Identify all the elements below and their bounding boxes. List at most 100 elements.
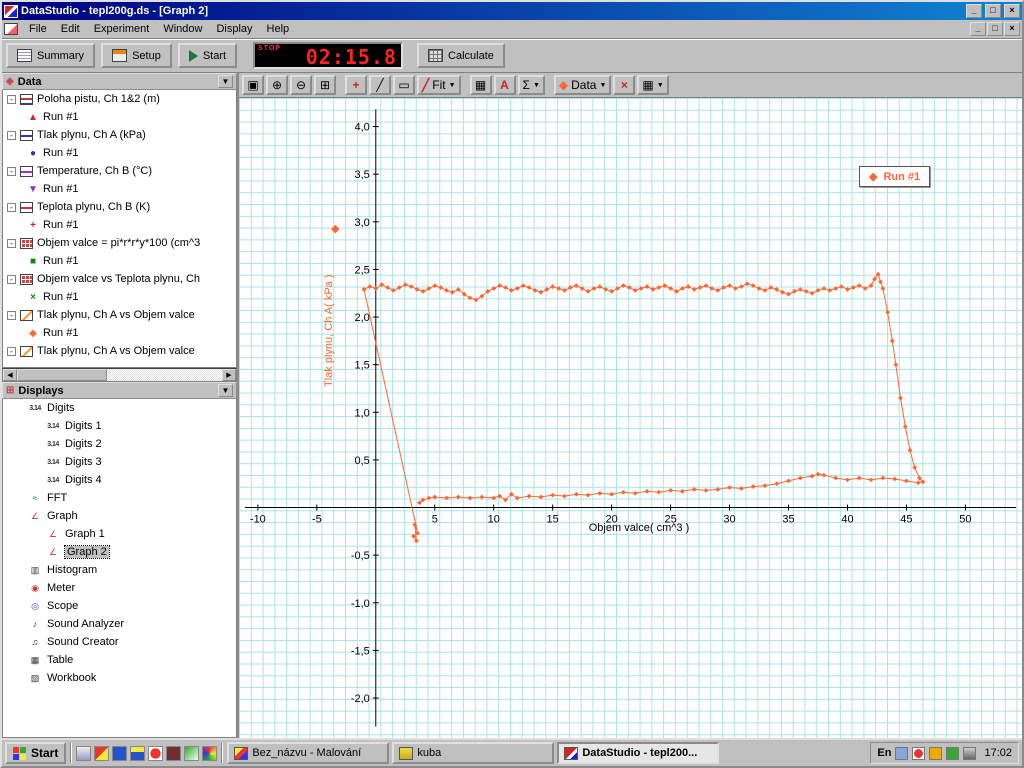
start-button[interactable]: Start [177,43,238,68]
collapse-icon[interactable]: - [7,94,16,104]
summary-button[interactable]: Summary [6,43,96,68]
calculate-tool-button[interactable]: ▦ [469,75,492,95]
display-item-digits-3[interactable]: 3.14 Digits 3 [3,453,236,471]
quick-launch-icon[interactable] [148,745,164,761]
keyboard-language-indicator[interactable]: En [877,747,891,759]
task-button-datastudio[interactable]: DataStudio - tepl200... [557,742,720,764]
scroll-left-icon[interactable]: ◀ [3,369,17,381]
scrollbar-thumb[interactable] [17,369,107,381]
setup-button[interactable]: Setup [101,43,172,68]
quick-launch-icon[interactable] [166,745,182,761]
tray-icon[interactable] [895,746,909,760]
scroll-right-icon[interactable]: ▶ [222,369,236,381]
start-menu-button[interactable]: Start [5,742,67,764]
tray-icon[interactable] [912,746,926,760]
fit-menu-button[interactable]: ╱ Fit ▼ [417,75,461,95]
zoom-select-button[interactable]: ⊞ [314,75,336,95]
scale-to-fit-button[interactable]: ▣ [242,75,264,95]
data-tree-hscrollbar[interactable]: ◀ ▶ [2,368,237,382]
collapse-icon[interactable]: - [7,310,16,320]
remove-button[interactable]: × [613,75,636,95]
y-axis-title[interactable]: Tlak plynu, Ch A( kPa ) [323,236,335,426]
menu-display[interactable]: Display [209,21,259,37]
displays-panel-header[interactable]: ⊞ Displays ▼ [2,382,237,399]
data-item[interactable]: - Poloha pistu, Ch 1&2 (m) [3,90,236,108]
run-item[interactable]: ▼ Run #1 [3,180,236,198]
display-item-graph-2[interactable]: ∠ Graph 2 [3,543,236,561]
mdi-minimize-button[interactable]: _ [970,22,986,36]
run-item[interactable]: ● Run #1 [3,144,236,162]
plot-area[interactable]: -10 -5 5 10 15 20 25 30 35 40 45 50 4,0 3,5 3,0 2,5 2,0 1… [239,97,1022,738]
calculate-button[interactable]: Calculate [417,43,505,68]
run-item[interactable]: × Run #1 [3,288,236,306]
collapse-icon[interactable]: - [7,346,16,356]
run-item[interactable]: ◆ Run #1 [3,324,236,342]
quick-launch-icon[interactable] [94,745,110,761]
menu-edit[interactable]: Edit [54,21,87,37]
collapse-icon[interactable]: - [7,274,16,284]
legend[interactable]: ◆ Run #1 [859,166,931,187]
data-item[interactable]: - Teplota plynu, Ch B (K) [3,198,236,216]
run-item[interactable]: ■ Run #1 [3,252,236,270]
display-item-table[interactable]: ▦ Table [3,651,236,669]
display-item-scope[interactable]: ◎ Scope [3,597,236,615]
collapse-icon[interactable]: - [7,166,16,176]
display-item-sound-creator[interactable]: ♫ Sound Creator [3,633,236,651]
data-item[interactable]: - Temperature, Ch B (°C) [3,162,236,180]
data-item[interactable]: - Objem valce = pi*r*r*y*100 (cm^3 [3,234,236,252]
display-item-digits-2[interactable]: 3.14 Digits 2 [3,435,236,453]
menu-experiment[interactable]: Experiment [87,21,157,37]
zoom-out-button[interactable]: ⊖ [290,75,312,95]
data-panel-dropdown-icon[interactable]: ▼ [218,75,233,88]
minimize-button[interactable]: _ [966,4,982,18]
quick-launch-icon[interactable] [202,745,218,761]
task-button-folder[interactable]: kuba [392,742,555,764]
display-item-sound-analyzer[interactable]: ♪ Sound Analyzer [3,615,236,633]
y-axis-series-icon[interactable]: ◆ [331,222,339,235]
menu-window[interactable]: Window [156,21,209,37]
statistics-button[interactable]: Σ ▼ [517,75,545,95]
data-item[interactable]: - Tlak plynu, Ch A vs Objem valce [3,306,236,324]
display-item-workbook[interactable]: ▧ Workbook [3,669,236,687]
display-item-digits-1[interactable]: 3.14 Digits 1 [3,417,236,435]
task-button-paint[interactable]: Bez_názvu - Malování [227,742,390,764]
close-button[interactable]: × [1004,4,1020,18]
quick-launch-icon[interactable] [130,745,146,761]
run-item[interactable]: + Run #1 [3,216,236,234]
display-item-fft[interactable]: ≈ FFT [3,489,236,507]
collapse-icon[interactable]: - [7,202,16,212]
data-panel-header[interactable]: ◈ Data ▼ [2,73,237,90]
annotate-button[interactable]: ▭ [393,75,415,95]
tray-icon[interactable] [946,746,960,760]
data-item[interactable]: - Tlak plynu, Ch A vs Objem valce [3,342,236,360]
zoom-in-button[interactable]: ⊕ [266,75,288,95]
quick-launch-icon[interactable] [76,745,92,761]
mdi-close-button[interactable]: × [1004,22,1020,36]
graph-settings-button[interactable]: ▦ ▼ [637,75,669,95]
display-item-graph[interactable]: ∠ Graph [3,507,236,525]
volume-icon[interactable] [963,746,977,760]
quick-launch-icon[interactable] [112,745,128,761]
collapse-icon[interactable]: - [7,238,16,248]
tray-icon[interactable] [929,746,943,760]
display-item-meter[interactable]: ◉ Meter [3,579,236,597]
data-item[interactable]: - Tlak plynu, Ch A (kPa) [3,126,236,144]
data-item[interactable]: - Objem valce vs Teplota plynu, Ch [3,270,236,288]
collapse-icon[interactable]: - [7,130,16,140]
mdi-restore-button[interactable]: □ [987,22,1003,36]
data-menu-button[interactable]: ◆ Data ▼ [553,75,612,95]
x-axis-title[interactable]: Objem valce( cm^3 ) [509,522,769,534]
run-item[interactable]: ▲ Run #1 [3,108,236,126]
display-item-graph-1[interactable]: ∠ Graph 1 [3,525,236,543]
smart-tool-button[interactable]: + [345,75,367,95]
display-item-digits-4[interactable]: 3.14 Digits 4 [3,471,236,489]
graph-window-icon[interactable] [4,23,18,35]
slope-tool-button[interactable]: ╱ [369,75,391,95]
quick-launch-icon[interactable] [184,745,200,761]
display-item-digits[interactable]: 3.14 Digits [3,399,236,417]
menu-file[interactable]: File [22,21,54,37]
text-tool-button[interactable]: A [493,75,516,95]
displays-panel-dropdown-icon[interactable]: ▼ [218,384,233,397]
restore-button[interactable]: □ [985,4,1001,18]
menu-help[interactable]: Help [260,21,297,37]
